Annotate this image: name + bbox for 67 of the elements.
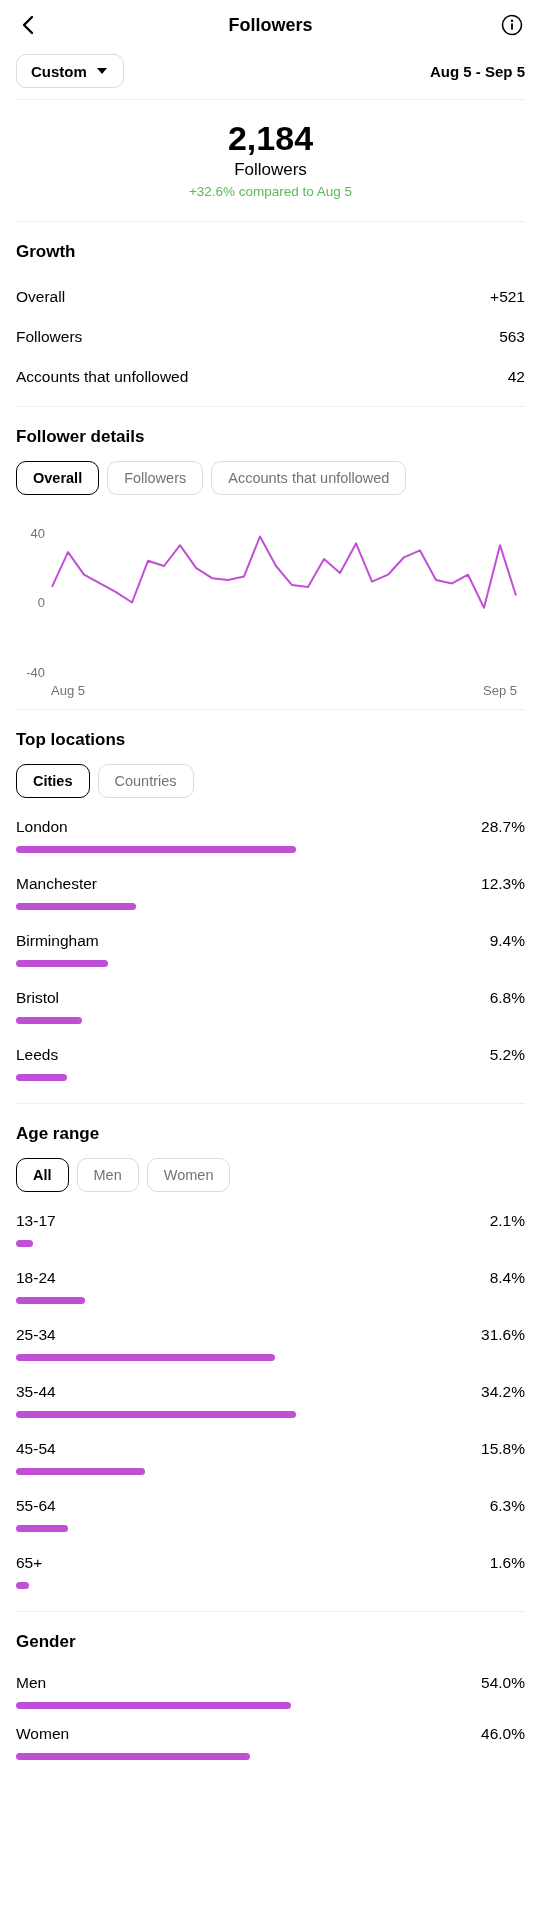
bar-fill bbox=[16, 1582, 30, 1589]
bar-label: 45-54 bbox=[16, 1440, 56, 1458]
bar-label: Men bbox=[16, 1674, 47, 1692]
bar-label: 25-34 bbox=[16, 1326, 56, 1344]
bar-label: Women bbox=[16, 1725, 70, 1743]
bar-value: 5.2% bbox=[489, 1046, 525, 1064]
bar-value: 9.4% bbox=[489, 932, 525, 950]
filter-tab[interactable]: All bbox=[16, 1158, 69, 1192]
filter-tab[interactable]: Countries bbox=[97, 764, 194, 798]
stat-value: 563 bbox=[499, 328, 525, 346]
bar-value: 8.4% bbox=[489, 1269, 525, 1287]
bar-fill bbox=[16, 1017, 83, 1024]
y-tick-label: -40 bbox=[26, 664, 45, 680]
follower-count: 2,184 bbox=[227, 118, 314, 158]
stat-label: Overall bbox=[16, 288, 66, 306]
bar-fill bbox=[16, 1297, 85, 1304]
page-title: Followers bbox=[227, 14, 314, 36]
range-dropdown[interactable]: Custom bbox=[16, 54, 124, 88]
stat-label: Accounts that unfollowed bbox=[16, 368, 189, 386]
bar-label: Manchester bbox=[16, 875, 97, 893]
filter-tab[interactable]: Followers bbox=[107, 461, 204, 495]
bar-value: 1.6% bbox=[489, 1554, 525, 1572]
section-title: Growth bbox=[16, 242, 77, 262]
section-title: Age range bbox=[16, 1124, 101, 1144]
bar-value: 54.0% bbox=[481, 1674, 525, 1692]
date-range: Aug 5 - Sep 5 bbox=[429, 62, 525, 80]
bar-label: 18-24 bbox=[16, 1269, 56, 1287]
bar-label: Leeds bbox=[16, 1046, 59, 1064]
x-tick-label: Sep 5 bbox=[483, 683, 517, 698]
bar-value: 28.7% bbox=[481, 818, 525, 836]
bar-value: 34.2% bbox=[481, 1383, 525, 1401]
stat-value: +521 bbox=[490, 288, 525, 306]
bar-value: 31.6% bbox=[481, 1326, 525, 1344]
bar-label: 55-64 bbox=[16, 1497, 56, 1515]
bar-value: 6.3% bbox=[489, 1497, 525, 1515]
y-tick-label: 0 bbox=[37, 595, 45, 610]
bar-label: 13-17 bbox=[16, 1212, 56, 1230]
bar-value: 15.8% bbox=[481, 1440, 525, 1458]
caret-icon bbox=[96, 68, 107, 74]
x-tick-label: Aug 5 bbox=[51, 683, 85, 698]
stat-value: 42 bbox=[507, 368, 525, 386]
filter-tab[interactable]: Accounts that unfollowed bbox=[211, 461, 407, 495]
filter-tab[interactable]: Women bbox=[146, 1158, 231, 1192]
change-text: +32.6% compared to Aug 5 bbox=[188, 184, 353, 199]
filter-tab[interactable]: Cities bbox=[16, 764, 90, 798]
bar-label: London bbox=[16, 818, 68, 836]
stat-label: Followers bbox=[16, 328, 83, 346]
info-icon[interactable] bbox=[501, 14, 523, 36]
bar-fill bbox=[16, 1240, 34, 1247]
section-title: Gender bbox=[16, 1632, 77, 1652]
bar-fill bbox=[16, 1525, 68, 1532]
bar-value: 46.0% bbox=[481, 1725, 525, 1743]
section-title: Follower details bbox=[16, 427, 146, 447]
count-label: Followers bbox=[234, 160, 307, 180]
bar-value: 6.8% bbox=[489, 989, 525, 1007]
bar-label: Birmingham bbox=[16, 932, 99, 950]
bar-value: 12.3% bbox=[481, 875, 525, 893]
bar-label: Bristol bbox=[16, 989, 60, 1007]
bar-label: 35-44 bbox=[16, 1383, 56, 1401]
filter-tab[interactable]: Overall bbox=[16, 461, 100, 495]
bar-fill bbox=[16, 1074, 67, 1081]
bar-label: 65+ bbox=[16, 1554, 43, 1572]
back-icon[interactable] bbox=[22, 15, 34, 35]
y-tick-label: 40 bbox=[30, 525, 45, 541]
filter-tab[interactable]: Men bbox=[76, 1158, 139, 1192]
bar-value: 2.1% bbox=[489, 1212, 525, 1230]
section-title: Top locations bbox=[16, 730, 127, 750]
